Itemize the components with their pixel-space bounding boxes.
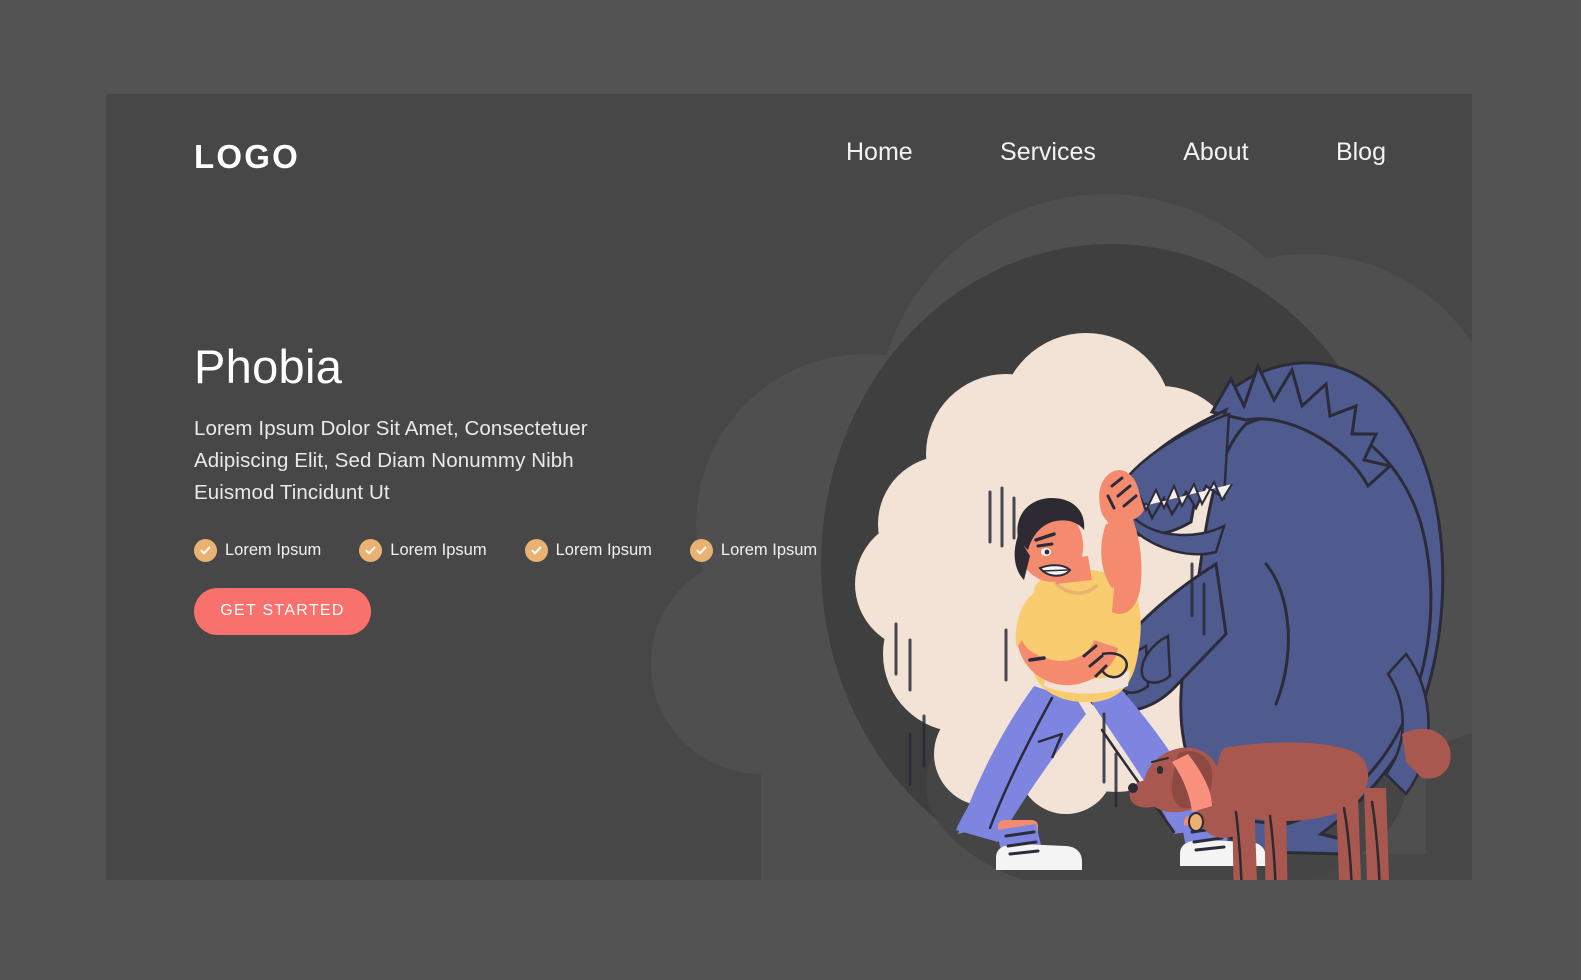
nav-item-about[interactable]: About: [1183, 138, 1248, 167]
page-root: LOGO Home Services About Blog Phobia Lor…: [0, 0, 1581, 980]
page-title: Phobia: [194, 340, 343, 393]
check-circle-icon: [689, 538, 713, 562]
hero-card: LOGO Home Services About Blog Phobia Lor…: [106, 94, 1472, 880]
site-header: LOGO Home Services About Blog: [106, 94, 1472, 214]
get-started-button[interactable]: GET STARTED: [194, 587, 371, 635]
feature-item-2: Lorem Ipsum: [359, 538, 487, 562]
logo[interactable]: LOGO: [194, 138, 300, 176]
main-navigation: Home Services About Blog: [846, 138, 1386, 167]
feature-label: Lorem Ipsum: [390, 540, 487, 559]
nav-item-services[interactable]: Services: [1000, 138, 1096, 167]
check-circle-icon: [359, 538, 383, 562]
feature-item-3: Lorem Ipsum: [524, 538, 652, 562]
check-circle-icon: [524, 538, 548, 562]
feature-label: Lorem Ipsum: [555, 540, 652, 559]
nav-item-blog[interactable]: Blog: [1336, 138, 1386, 167]
hero-subtitle: Lorem Ipsum Dolor Sit Amet, Consectetuer…: [194, 417, 588, 504]
nav-item-home[interactable]: Home: [846, 138, 913, 167]
feature-label: Lorem Ipsum: [720, 540, 818, 559]
feature-item-4: Lorem Ipsum: [689, 538, 818, 562]
feature-item-1: Lorem Ipsum: [194, 538, 322, 562]
check-circle-icon: [194, 538, 217, 562]
feature-list: Lorem Ipsum Lorem Ipsum Lorem Ipsum Lore…: [194, 538, 817, 562]
feature-label: Lorem Ipsum: [225, 540, 322, 559]
hero-section: Phobia Lorem Ipsum Dolor Sit Amet, Conse…: [194, 340, 817, 635]
